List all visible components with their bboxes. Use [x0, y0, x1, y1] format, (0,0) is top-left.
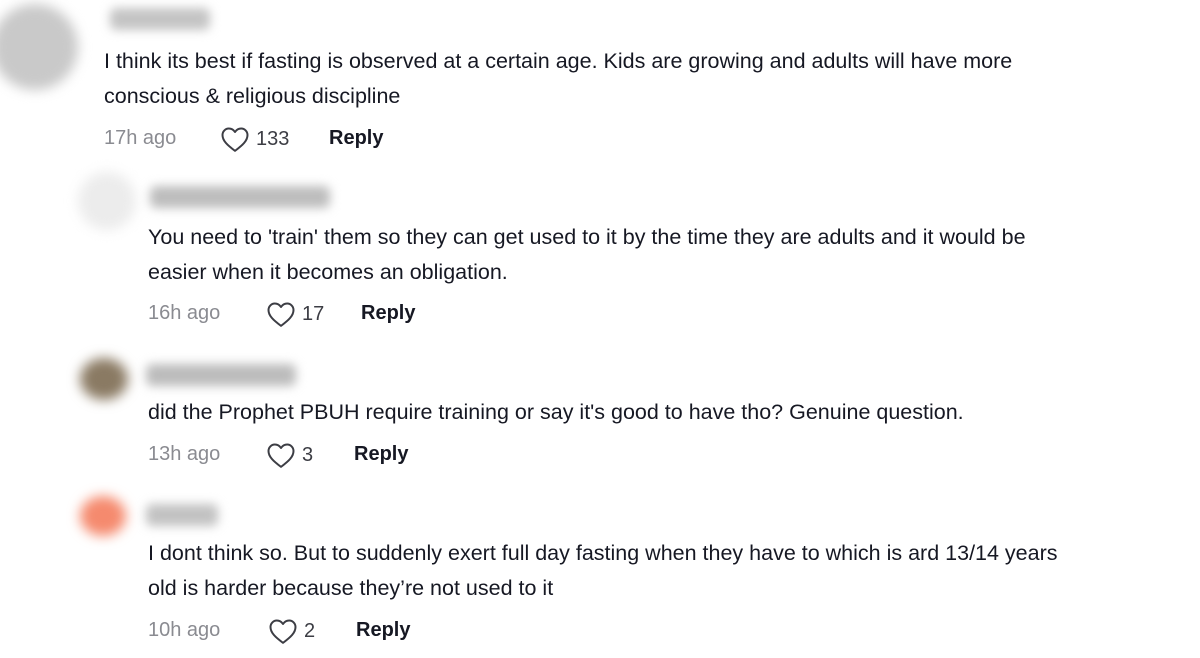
- comment-text-line: old is harder because they’re not used t…: [148, 576, 554, 600]
- like-count: 2: [304, 619, 316, 642]
- comment-text-line: I dont think so. But to suddenly exert f…: [148, 541, 1058, 565]
- like-button[interactable]: 2: [268, 616, 315, 646]
- comment-meta: 10h ago 2 Reply: [148, 616, 548, 646]
- heart-outline-icon[interactable]: [268, 617, 298, 645]
- avatar[interactable]: [80, 496, 126, 536]
- username[interactable]: [146, 504, 218, 526]
- reply-button[interactable]: Reply: [356, 619, 410, 642]
- comment-timestamp: 10h ago: [148, 619, 221, 641]
- reply-item: I dont think so. But to suddenly exert f…: [0, 0, 1200, 658]
